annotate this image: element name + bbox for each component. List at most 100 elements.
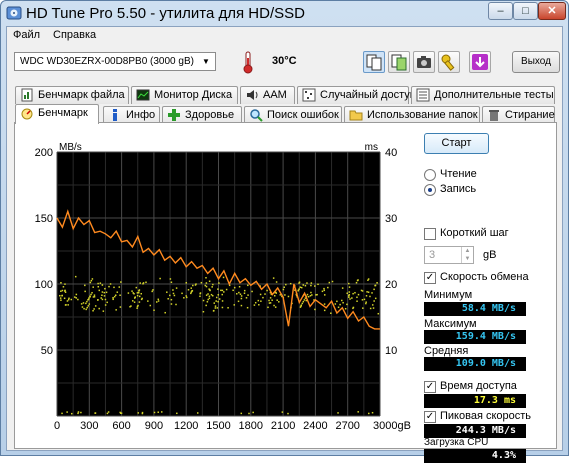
access-time-point bbox=[92, 286, 94, 288]
access-time-point bbox=[348, 286, 351, 288]
access-time-point bbox=[88, 297, 90, 299]
access-time-point bbox=[131, 290, 133, 292]
read-radio[interactable]: Чтение bbox=[424, 168, 554, 182]
y-tick-label-right: 10 bbox=[385, 345, 397, 357]
menu-help[interactable]: Справка bbox=[53, 29, 96, 41]
access-time-point bbox=[240, 297, 243, 300]
tab-extra-tests[interactable]: Дополнительные тесты bbox=[411, 86, 555, 104]
access-time-point bbox=[303, 299, 306, 301]
access-time-point bbox=[258, 304, 260, 306]
access-time-point bbox=[119, 306, 122, 308]
access-time-point bbox=[160, 411, 163, 413]
access-time-point bbox=[346, 292, 348, 295]
access-time-point bbox=[129, 306, 131, 308]
spinner-arrows-icon[interactable]: ▲ ▼ bbox=[461, 247, 473, 263]
access-time-point bbox=[267, 306, 269, 309]
tab-label: Стирание bbox=[505, 109, 555, 121]
burst-rate-checkbox[interactable]: ✓ Пиковая скорость bbox=[424, 410, 554, 424]
access-time-point bbox=[99, 282, 102, 284]
tab-disk-monitor[interactable]: Монитор Диска bbox=[131, 86, 238, 104]
access-time-point bbox=[247, 284, 249, 287]
access-time-point bbox=[357, 411, 359, 413]
access-time-point bbox=[185, 296, 188, 299]
access-time-point bbox=[221, 306, 224, 309]
x-tick-label: 2400 bbox=[303, 420, 327, 432]
access-time-point bbox=[220, 289, 222, 292]
access-time-point bbox=[91, 291, 93, 294]
access-time-checkbox[interactable]: ✓ Время доступа bbox=[424, 380, 554, 394]
access-time-point bbox=[306, 293, 309, 296]
options-button[interactable] bbox=[438, 51, 460, 73]
access-time-point bbox=[349, 298, 351, 300]
chevron-down-icon: ▼ bbox=[202, 57, 210, 66]
access-time-point bbox=[208, 280, 211, 283]
access-time-point bbox=[185, 295, 187, 297]
tab-benchmark[interactable]: Бенчмарк bbox=[15, 104, 99, 124]
exit-button[interactable]: Выход bbox=[512, 51, 560, 73]
access-time-point bbox=[361, 299, 364, 301]
access-time-point bbox=[87, 298, 90, 301]
access-time-point bbox=[251, 290, 253, 293]
access-time-point bbox=[137, 292, 140, 294]
access-time-point bbox=[153, 411, 156, 414]
access-time-point bbox=[233, 286, 236, 289]
start-button[interactable]: Старт bbox=[424, 133, 489, 154]
access-time-point bbox=[114, 294, 117, 296]
access-time-point bbox=[253, 304, 256, 306]
y-tick-label-left: 200 bbox=[35, 147, 53, 159]
access-time-point bbox=[153, 309, 155, 311]
minimize-button[interactable]: – bbox=[488, 2, 513, 20]
access-time-point bbox=[225, 288, 228, 291]
speaker-icon bbox=[247, 90, 258, 100]
access-time-point bbox=[60, 290, 62, 292]
access-time-point bbox=[273, 295, 276, 297]
access-time-point bbox=[221, 289, 224, 292]
access-time-point bbox=[118, 286, 121, 288]
access-time-point bbox=[157, 298, 160, 301]
access-time-point bbox=[227, 307, 229, 309]
access-time-point bbox=[217, 294, 220, 296]
access-time-point bbox=[205, 282, 208, 284]
access-time-point bbox=[211, 286, 213, 288]
copy-text-button[interactable] bbox=[363, 51, 385, 73]
access-time-point bbox=[91, 278, 94, 280]
access-time-point bbox=[307, 295, 310, 298]
tab-aam[interactable]: AAM bbox=[240, 86, 295, 104]
access-time-point bbox=[275, 292, 278, 294]
access-time-point bbox=[207, 293, 209, 295]
close-button[interactable]: ✕ bbox=[538, 2, 566, 20]
copy-screenshot-button[interactable] bbox=[388, 51, 410, 73]
access-time-point bbox=[77, 412, 79, 415]
transfer-rate-checkbox[interactable]: ✓ Скорость обмена bbox=[424, 271, 554, 285]
access-time-point bbox=[283, 286, 285, 289]
minimum-value: 58.4 MB/s bbox=[424, 302, 526, 316]
access-time-point bbox=[159, 277, 161, 280]
access-time-point bbox=[70, 298, 73, 301]
menu-file[interactable]: Файл bbox=[13, 29, 40, 41]
drive-select[interactable]: WDC WD30EZRX-00D8PB0 (3000 gB) ▼ bbox=[14, 52, 216, 71]
access-time-point bbox=[300, 305, 302, 308]
access-time-point bbox=[90, 293, 92, 296]
write-radio[interactable]: Запись bbox=[424, 183, 554, 197]
access-time-point bbox=[342, 301, 344, 304]
health-icon bbox=[168, 109, 180, 121]
maximize-button[interactable]: □ bbox=[513, 2, 538, 20]
access-time-point bbox=[205, 277, 207, 279]
tab-file-benchmark[interactable]: Бенчмарк файла bbox=[15, 86, 129, 104]
access-time-point bbox=[120, 281, 122, 283]
screenshot-button[interactable] bbox=[413, 51, 435, 73]
step-spinner[interactable]: 3 ▲ ▼ bbox=[424, 246, 474, 264]
tab-random-access[interactable]: Случайный доступ bbox=[297, 86, 416, 104]
access-time-point bbox=[371, 411, 374, 414]
access-time-point bbox=[92, 296, 95, 298]
short-step-checkbox[interactable]: Короткий шаг bbox=[424, 227, 554, 241]
access-time-point bbox=[272, 277, 275, 279]
access-time-point bbox=[365, 302, 367, 305]
access-time-point bbox=[65, 304, 67, 306]
thermometer-icon bbox=[243, 51, 253, 74]
access-time-point bbox=[304, 284, 307, 287]
save-button[interactable] bbox=[469, 51, 491, 73]
access-time-point bbox=[348, 296, 350, 298]
access-time-point bbox=[100, 297, 102, 299]
tab-label: Монитор Диска bbox=[154, 89, 233, 101]
